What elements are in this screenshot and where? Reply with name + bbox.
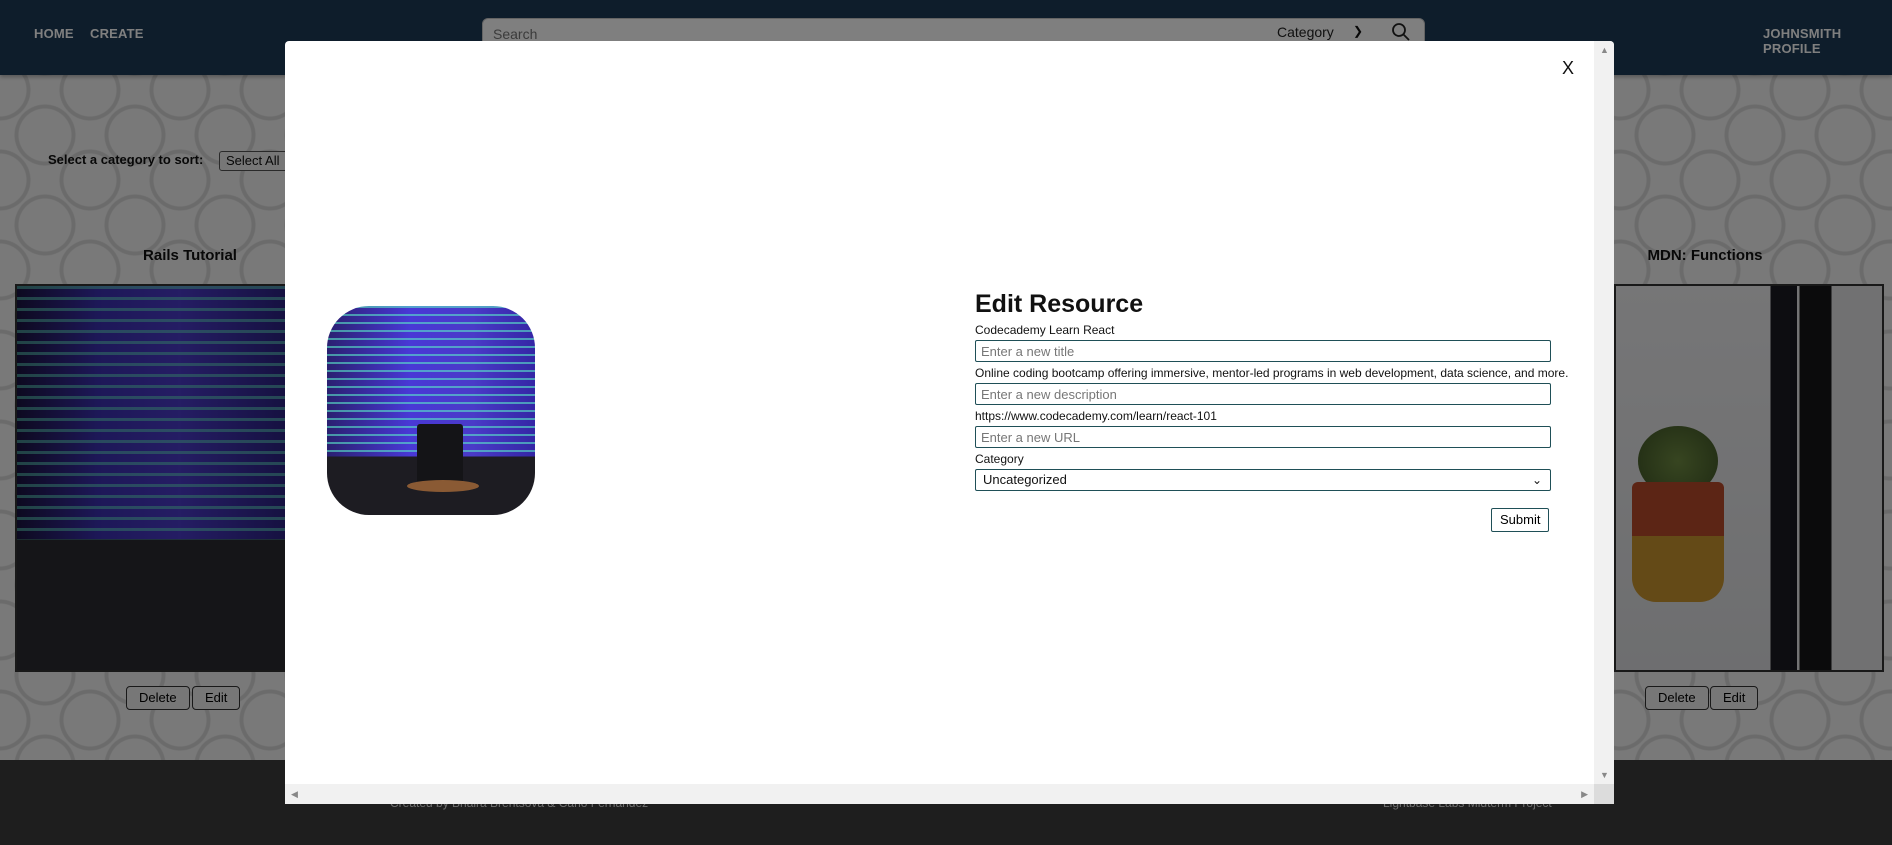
category-select-value: Uncategorized — [983, 472, 1067, 487]
current-description-label: Online coding bootcamp offering immersiv… — [975, 366, 1569, 380]
scroll-left-icon[interactable]: ◀ — [291, 789, 298, 800]
edit-resource-modal: X Edit Resource Codecademy Learn React O… — [285, 41, 1614, 804]
description-input[interactable] — [975, 383, 1551, 405]
category-select[interactable]: Uncategorized ⌄ — [975, 469, 1551, 491]
scroll-down-icon[interactable]: ▼ — [1600, 770, 1609, 780]
close-button[interactable]: X — [1562, 58, 1574, 79]
horizontal-scrollbar[interactable]: ◀ ▶ — [285, 784, 1594, 804]
scroll-up-icon[interactable]: ▲ — [1600, 45, 1609, 55]
current-url-label: https://www.codecademy.com/learn/react-1… — [975, 409, 1217, 423]
url-input[interactable] — [975, 426, 1551, 448]
scroll-right-icon[interactable]: ▶ — [1581, 789, 1588, 800]
coaster-decoration — [407, 480, 479, 492]
edit-resource-form: Edit Resource Codecademy Learn React Onl… — [975, 290, 1569, 491]
title-input[interactable] — [975, 340, 1551, 362]
scrollbar-corner — [1594, 784, 1614, 804]
chevron-down-icon: ⌄ — [1531, 473, 1542, 487]
vertical-scrollbar[interactable]: ▲ ▼ — [1594, 41, 1614, 784]
resource-image — [327, 306, 535, 515]
mug-decoration — [417, 424, 463, 486]
form-heading: Edit Resource — [975, 290, 1144, 318]
current-title-label: Codecademy Learn React — [975, 323, 1115, 337]
submit-button[interactable]: Submit — [1491, 508, 1550, 532]
category-label: Category — [975, 452, 1024, 466]
